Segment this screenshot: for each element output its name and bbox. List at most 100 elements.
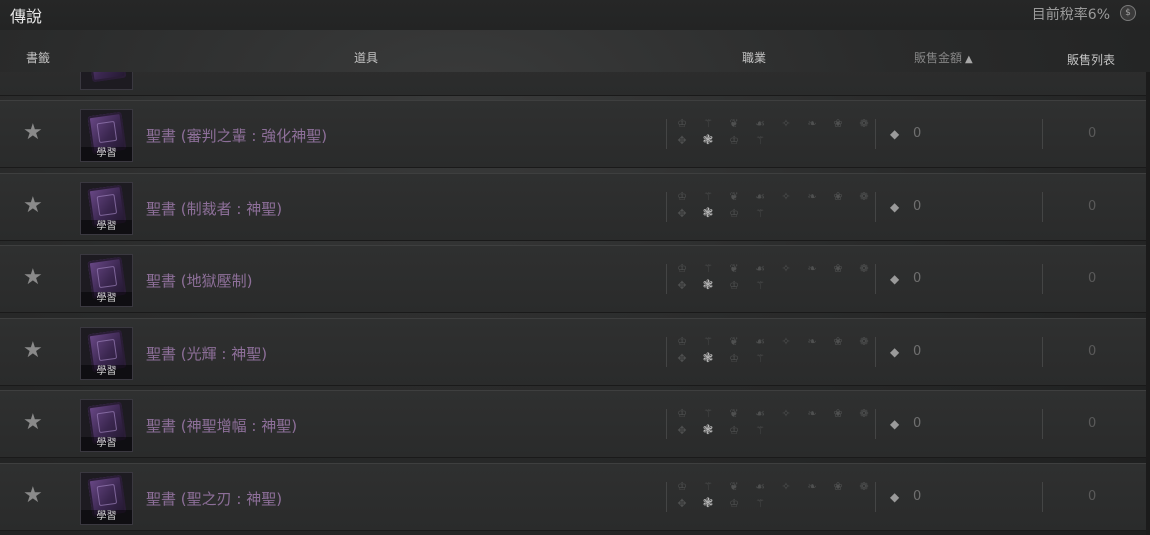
list-item[interactable]: ★ 學習 聖書 (地獄壓制) ♔ ⚚ ❦ ☙ ✧ ❧ ❀ ❁ ✥ ❃ ♔ ⚚ ◆ 0 0 — [0, 245, 1146, 313]
class-icon: ❁ — [859, 189, 869, 203]
class-icon: ⚚ — [755, 496, 765, 510]
class-icons: ♔ ⚚ ❦ ☙ ✧ ❧ ❀ ❁ ✥ ❃ ♔ ⚚ — [674, 480, 870, 520]
list-item[interactable]: ★ 學習 聖書 (制裁者 : 神聖) ♔ ⚚ ❦ ☙ ✧ ❧ ❀ ❁ ✥ ❃ ♔ ⚚ ◆ 0 0 — [0, 172, 1146, 241]
gem-icon: ◆ — [890, 489, 900, 504]
class-icon: ⚚ — [755, 279, 765, 292]
star-icon[interactable]: ★ — [23, 122, 43, 144]
class-icon: ❁ — [859, 117, 869, 130]
star-icon[interactable]: ★ — [23, 339, 43, 362]
learn-tag: 學習 — [81, 437, 132, 451]
class-icons: ♔ ⚚ ❦ ☙ ✧ ❧ ❀ ❁ ✥ ❃ ♔ ⚚ — [674, 190, 870, 230]
item-name[interactable]: 聖書 (制裁者 : 神聖) — [146, 198, 282, 219]
column-divider — [666, 336, 667, 367]
star-icon[interactable]: ★ — [23, 267, 43, 289]
class-icon: ❦ — [729, 479, 739, 493]
class-icon: ♔ — [729, 424, 739, 437]
class-icon: ❃ — [702, 495, 714, 511]
top-bar: 傳說 目前稅率6% $ — [0, 0, 1150, 30]
class-icon: ✧ — [781, 407, 791, 420]
learn-tag: 學習 — [81, 147, 132, 161]
class-icon: ✧ — [781, 479, 791, 493]
column-bookmark[interactable]: 書籤 — [26, 49, 50, 66]
listing-count: 0 — [1088, 416, 1097, 431]
list-item[interactable]: ★ 學習 聖書 (光輝 : 神聖) ♔ ⚚ ❦ ☙ ✧ ❧ ❀ ❁ ✥ ❃ ♔ ⚚ ◆ 0 0 — [0, 317, 1146, 386]
class-icon: ♔ — [729, 134, 739, 147]
item-icon: 學習 — [80, 109, 133, 162]
class-icon: ❀ — [833, 479, 843, 493]
class-icon: ☙ — [755, 262, 765, 275]
class-icon: ❀ — [833, 262, 843, 275]
class-icon: ❁ — [859, 262, 869, 275]
gem-icon: ◆ — [890, 272, 900, 286]
tax-rate-label: 目前稅率6% — [1031, 7, 1110, 23]
class-icon: ❁ — [859, 334, 869, 348]
class-icon: ⚚ — [755, 424, 765, 437]
category-title: 傳說 — [10, 7, 43, 26]
class-icon: ❦ — [729, 334, 739, 348]
column-divider — [1042, 119, 1043, 149]
column-divider — [875, 119, 876, 149]
column-class[interactable]: 職業 — [742, 49, 766, 66]
list-item[interactable]: ★ 學習 聖書 (聖之刃 : 神聖) ♔ ⚚ ❦ ☙ ✧ ❧ ❀ ❁ ✥ ❃ ♔ ⚚ ◆ 0 0 — [0, 462, 1146, 531]
item-icon: 學習 — [80, 254, 133, 307]
class-icon: ❧ — [807, 407, 817, 420]
item-name[interactable]: 聖書 (光輝 : 神聖) — [146, 343, 267, 364]
column-divider — [875, 336, 876, 367]
list-item[interactable]: ★ 學習 聖書 (審判之輩 : 強化神聖) ♔ ⚚ ❦ ☙ ✧ ❧ ❀ ❁ ✥ ❃ ♔ ⚚ ◆ 0 0 — [0, 100, 1146, 168]
list-item-partial[interactable] — [0, 72, 1146, 96]
item-name[interactable]: 聖書 (地獄壓制) — [146, 270, 252, 291]
class-icon: ❃ — [702, 133, 714, 148]
gem-icon: ◆ — [890, 417, 900, 431]
class-icon: ✥ — [677, 279, 687, 292]
gem-icon: ◆ — [890, 344, 900, 359]
class-icon: ♔ — [729, 279, 739, 292]
class-icon: ❀ — [833, 407, 843, 420]
column-divider — [1042, 336, 1043, 367]
class-icon: ❁ — [859, 407, 869, 420]
star-icon[interactable]: ★ — [23, 412, 43, 434]
class-icon: ♔ — [729, 206, 739, 220]
column-divider — [1042, 409, 1043, 439]
item-icon: 學習 — [80, 181, 133, 235]
column-listings[interactable]: 販售列表 — [1067, 51, 1115, 68]
class-icon: ❧ — [807, 117, 817, 130]
gem-icon: ◆ — [890, 127, 900, 141]
learn-tag: 學習 — [81, 292, 132, 306]
class-icon: ⚚ — [755, 134, 765, 147]
class-icon: ♔ — [729, 351, 739, 365]
price-value: 0 — [913, 488, 922, 504]
class-icon: ❃ — [702, 350, 714, 366]
column-divider — [666, 481, 667, 512]
column-price-label: 販售金額 — [914, 51, 963, 65]
item-icon — [80, 72, 133, 90]
class-icon: ☙ — [755, 479, 765, 493]
column-price[interactable]: 販售金額 ▲ — [914, 49, 973, 66]
class-icon: ❃ — [702, 423, 714, 438]
list-item[interactable]: ★ 學習 聖書 (神聖增幅 : 神聖) ♔ ⚚ ❦ ☙ ✧ ❧ ❀ ❁ ✥ ❃ ♔ ⚚ ◆ 0 0 — [0, 390, 1146, 458]
price-value: 0 — [913, 198, 922, 214]
class-icon: ⚚ — [755, 206, 765, 220]
item-name[interactable]: 聖書 (聖之刃 : 神聖) — [146, 488, 282, 509]
class-icon: ❀ — [833, 117, 843, 130]
class-icon: ☙ — [755, 117, 765, 130]
class-icon: ✥ — [677, 424, 687, 437]
listing-count: 0 — [1088, 488, 1097, 504]
listing-count: 0 — [1088, 198, 1097, 214]
sort-ascending-icon: ▲ — [965, 54, 973, 65]
class-icon: ☙ — [755, 407, 765, 420]
item-name[interactable]: 聖書 (神聖增幅 : 神聖) — [146, 415, 297, 436]
scrollbar[interactable] — [1146, 72, 1150, 535]
item-list[interactable]: ★ 學習 聖書 (審判之輩 : 強化神聖) ♔ ⚚ ❦ ☙ ✧ ❧ ❀ ❁ ✥ ❃ ♔ ⚚ ◆ 0 0 ★ 學習 聖書 … — [0, 72, 1150, 535]
column-item[interactable]: 道具 — [354, 49, 378, 66]
class-icons: ♔ ⚚ ❦ ☙ ✧ ❧ ❀ ❁ ✥ ❃ ♔ ⚚ — [674, 335, 870, 375]
star-icon[interactable]: ★ — [23, 484, 43, 507]
star-icon[interactable]: ★ — [23, 194, 43, 217]
column-divider — [875, 409, 876, 439]
class-icon: ♔ — [677, 189, 687, 203]
class-icons: ♔ ⚚ ❦ ☙ ✧ ❧ ❀ ❁ ✥ ❃ ♔ ⚚ — [674, 262, 870, 302]
class-icon: ⚚ — [703, 262, 713, 275]
column-divider — [666, 409, 667, 439]
item-name[interactable]: 聖書 (審判之輩 : 強化神聖) — [146, 125, 327, 146]
class-icon: ⚚ — [755, 351, 765, 365]
class-icon: ✧ — [781, 262, 791, 275]
